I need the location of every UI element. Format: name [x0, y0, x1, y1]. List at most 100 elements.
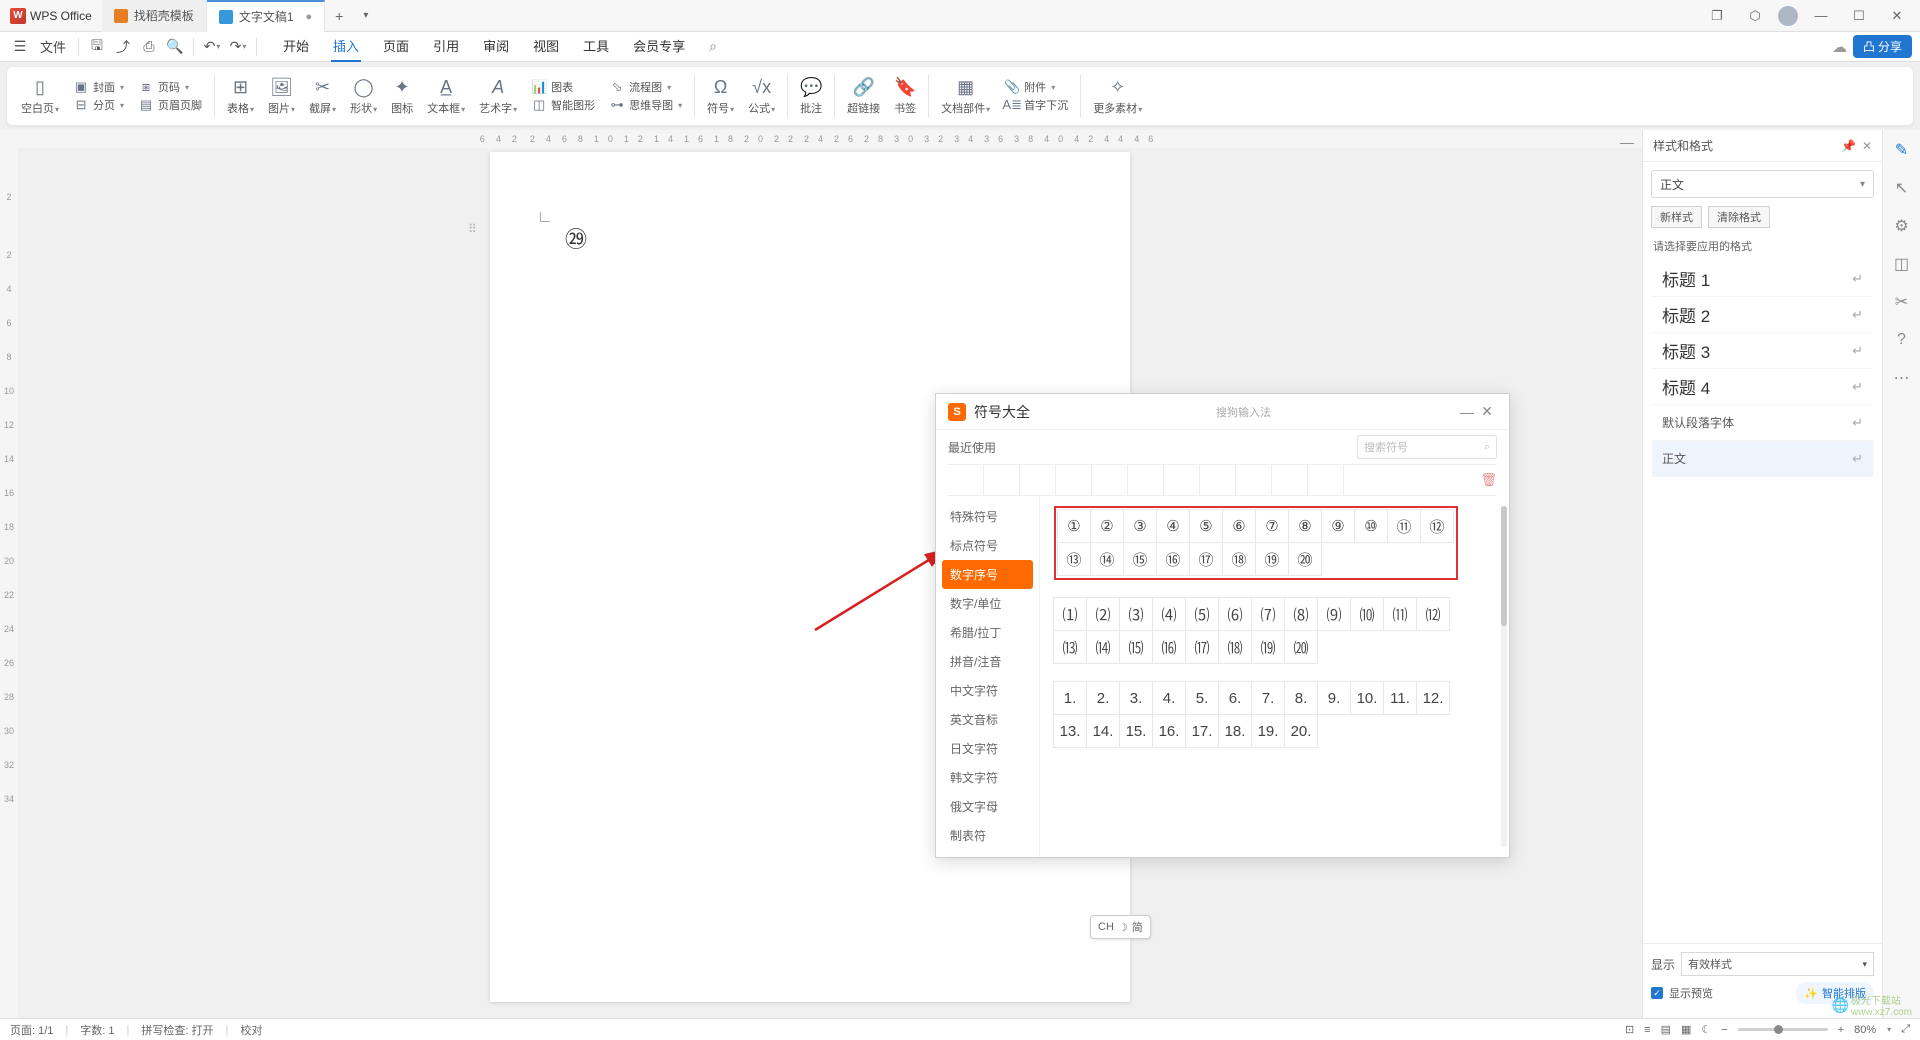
- symbol-cell[interactable]: 10.: [1350, 681, 1384, 715]
- flowchart-button[interactable]: ⬂流程图▾: [609, 79, 682, 95]
- category-item[interactable]: 拼音/注音: [936, 647, 1039, 676]
- symbol-cell[interactable]: ⑻: [1284, 597, 1318, 631]
- tab-insert[interactable]: 插入: [331, 31, 361, 62]
- pin-icon[interactable]: 📌: [1841, 139, 1856, 153]
- tab-member[interactable]: 会员专享: [631, 31, 687, 62]
- symbol-cell[interactable]: ⑫: [1420, 509, 1454, 543]
- category-item[interactable]: 希腊/拉丁: [936, 618, 1039, 647]
- zoom-out-button[interactable]: −: [1721, 1024, 1727, 1036]
- fit-icon[interactable]: ⤢: [1901, 1023, 1910, 1036]
- symbol-cell[interactable]: 19.: [1251, 714, 1285, 748]
- tab-close-icon[interactable]: ●: [306, 11, 313, 23]
- symbol-cell[interactable]: 3.: [1119, 681, 1153, 715]
- symbol-cell[interactable]: ⑧: [1288, 509, 1322, 543]
- symbol-cell[interactable]: ③: [1123, 509, 1157, 543]
- symbol-cell[interactable]: ⑳: [1288, 542, 1322, 576]
- symbol-cell[interactable]: ⑵: [1086, 597, 1120, 631]
- redo-icon[interactable]: ↷▾: [226, 35, 250, 59]
- icon-button[interactable]: ✦图标: [385, 74, 419, 118]
- mindmap-button[interactable]: ⊶思维导图▾: [609, 97, 682, 113]
- doc-parts-button[interactable]: ▦文档部件▾: [935, 74, 996, 118]
- symbol-cell[interactable]: ⒄: [1185, 630, 1219, 664]
- ime-indicator[interactable]: CH☽简: [1090, 915, 1151, 939]
- textbox-button[interactable]: A̲文本框▾: [421, 74, 471, 118]
- tools-icon[interactable]: ✂: [1892, 292, 1912, 312]
- horizontal-ruler[interactable]: 6422468101214161820222426283032343638404…: [0, 130, 1642, 148]
- tab-document[interactable]: 文字文稿1 ●: [207, 0, 325, 32]
- word-count[interactable]: 字数: 1: [80, 1022, 114, 1038]
- symbol-cell[interactable]: ⑱: [1222, 542, 1256, 576]
- hyperlink-button[interactable]: 🔗超链接: [841, 74, 886, 118]
- category-item[interactable]: 数字序号: [942, 560, 1033, 589]
- formula-button[interactable]: √x公式▾: [742, 74, 781, 118]
- symbol-cell[interactable]: ⑲: [1255, 542, 1289, 576]
- symbol-cell[interactable]: ⒀: [1053, 630, 1087, 664]
- symbol-cell[interactable]: ⑺: [1251, 597, 1285, 631]
- symbol-cell[interactable]: ⑮: [1123, 542, 1157, 576]
- view-mode-5-icon[interactable]: ☾: [1701, 1023, 1711, 1036]
- clear-format-button[interactable]: 清除格式: [1708, 206, 1770, 228]
- category-item[interactable]: 韩文字符: [936, 763, 1039, 792]
- preview-checkbox[interactable]: ✓: [1651, 987, 1663, 999]
- new-style-button[interactable]: 新样式: [1651, 206, 1702, 228]
- style-item[interactable]: 标题 2↵: [1652, 297, 1873, 333]
- symbol-cell[interactable]: ⑼: [1317, 597, 1351, 631]
- view-mode-3-icon[interactable]: ▤: [1661, 1023, 1671, 1036]
- category-item[interactable]: 特殊符号: [936, 502, 1039, 531]
- search-icon[interactable]: ⌕: [709, 38, 717, 55]
- tab-menu-button[interactable]: ▾: [353, 10, 378, 21]
- symbol-cell[interactable]: 16.: [1152, 714, 1186, 748]
- tab-templates[interactable]: 找稻壳模板: [102, 0, 207, 32]
- category-item[interactable]: 俄文字母: [936, 792, 1039, 821]
- zoom-slider[interactable]: [1738, 1028, 1828, 1031]
- screenshot-button[interactable]: ✂截屏▾: [303, 74, 342, 118]
- symbol-cell[interactable]: 1.: [1053, 681, 1087, 715]
- cursor-icon[interactable]: ↖: [1892, 178, 1912, 198]
- symbol-cell[interactable]: 2.: [1086, 681, 1120, 715]
- symbol-cell[interactable]: ⑰: [1189, 542, 1223, 576]
- zoom-in-button[interactable]: +: [1838, 1024, 1844, 1036]
- help-icon[interactable]: ?: [1892, 330, 1912, 350]
- picture-button[interactable]: 🖼图片▾: [262, 74, 301, 118]
- comment-button[interactable]: 💬批注: [794, 74, 828, 118]
- symbol-cell[interactable]: ⑬: [1057, 542, 1091, 576]
- page-indicator[interactable]: 页面: 1/1: [10, 1022, 53, 1038]
- pencil-icon[interactable]: ✎: [1892, 140, 1912, 160]
- symbol-cell[interactable]: ⑸: [1185, 597, 1219, 631]
- table-button[interactable]: ⊞表格▾: [221, 74, 260, 118]
- symbol-cell[interactable]: ⑦: [1255, 509, 1289, 543]
- tab-reference[interactable]: 引用: [431, 31, 461, 62]
- page-break-button[interactable]: ⊟分页▾: [73, 97, 124, 113]
- panel-close-icon[interactable]: ✕: [1862, 139, 1872, 153]
- symbol-cell[interactable]: 6.: [1218, 681, 1252, 715]
- spellcheck-status[interactable]: 拼写检查: 打开: [141, 1022, 213, 1038]
- symbol-cell[interactable]: ⑩: [1354, 509, 1388, 543]
- cover-button[interactable]: ▣封面▾: [73, 79, 124, 95]
- category-item[interactable]: 数字/单位: [936, 589, 1039, 618]
- symbol-cell[interactable]: 12.: [1416, 681, 1450, 715]
- symbol-cell[interactable]: ⑽: [1350, 597, 1384, 631]
- symbol-cell[interactable]: ①: [1057, 509, 1091, 543]
- symbol-cell[interactable]: ⑷: [1152, 597, 1186, 631]
- tab-review[interactable]: 审阅: [481, 31, 511, 62]
- tab-tools[interactable]: 工具: [581, 31, 611, 62]
- drag-handle-icon[interactable]: ⠿: [468, 222, 475, 236]
- collapse-panel-icon[interactable]: —: [1620, 134, 1640, 154]
- hamburger-icon[interactable]: ☰: [8, 35, 32, 59]
- avatar[interactable]: [1778, 6, 1798, 26]
- settings-icon[interactable]: ⚙: [1892, 216, 1912, 236]
- dialog-close-button[interactable]: ✕: [1477, 403, 1497, 420]
- symbol-cell[interactable]: ⑨: [1321, 509, 1355, 543]
- symbol-cell[interactable]: ⑤: [1189, 509, 1223, 543]
- style-item[interactable]: 标题 3↵: [1652, 333, 1873, 369]
- symbol-cell[interactable]: ⒃: [1152, 630, 1186, 664]
- bookmark-button[interactable]: 🔖书签: [888, 74, 922, 118]
- preview-icon[interactable]: 🔍: [163, 35, 187, 59]
- close-button[interactable]: ✕: [1882, 2, 1912, 30]
- cloud-icon[interactable]: ☁: [1832, 38, 1847, 56]
- symbol-button[interactable]: Ω符号▾: [701, 74, 740, 118]
- tab-view[interactable]: 视图: [531, 31, 561, 62]
- view-mode-2-icon[interactable]: ≡: [1644, 1024, 1650, 1036]
- symbol-cell[interactable]: ⑿: [1416, 597, 1450, 631]
- window-copy-icon[interactable]: ❐: [1702, 2, 1732, 30]
